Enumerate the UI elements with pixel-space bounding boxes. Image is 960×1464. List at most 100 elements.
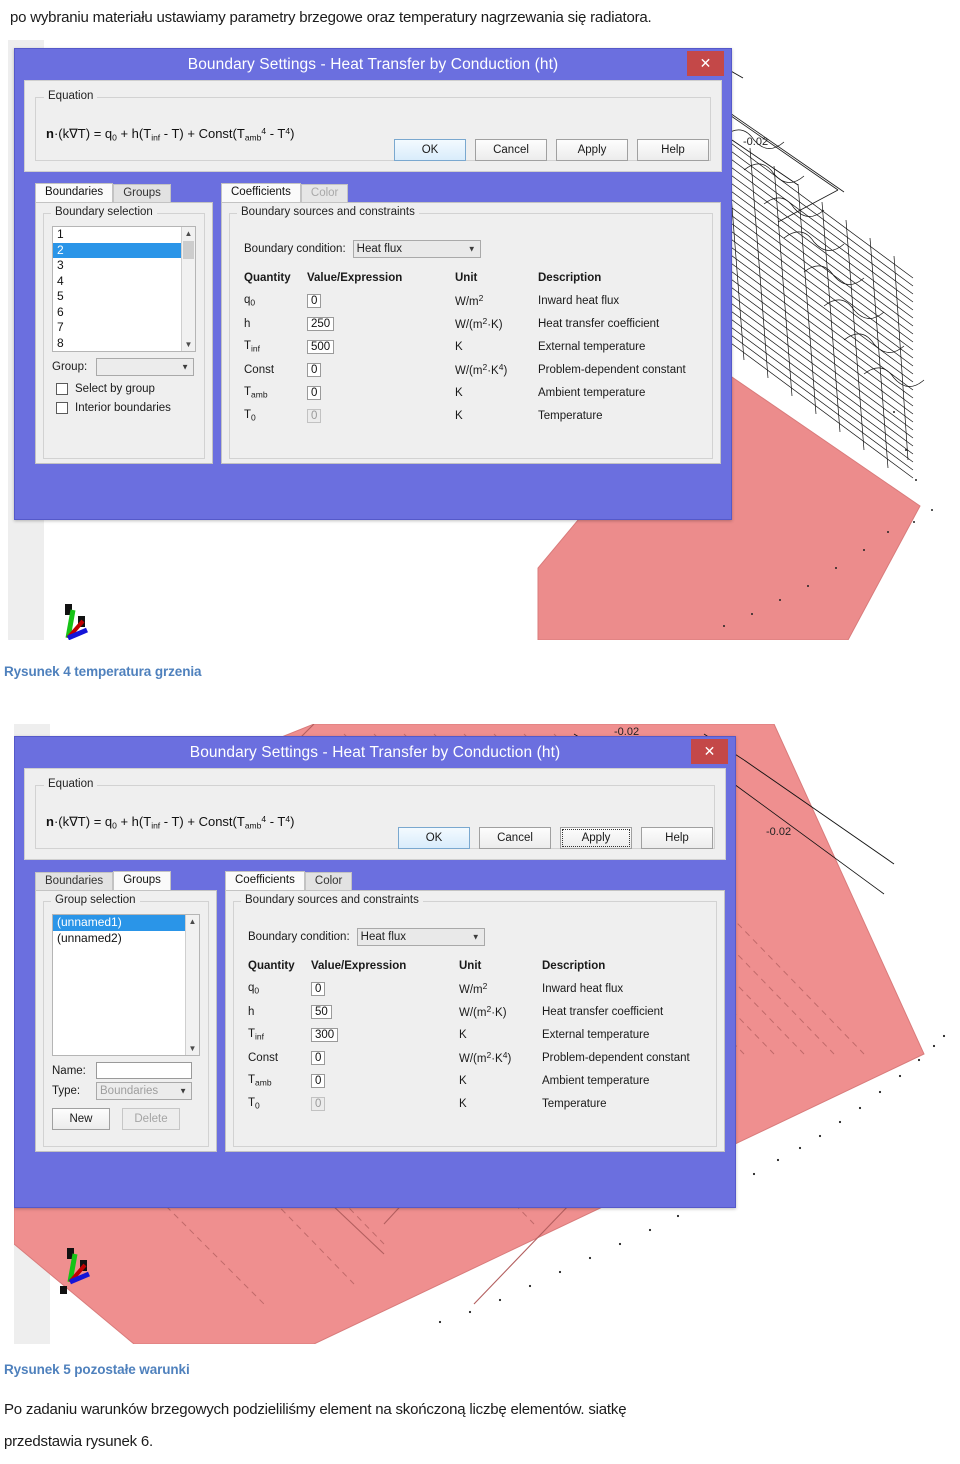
chevron-up-icon[interactable]: ▲ — [186, 915, 199, 928]
dialog-titlebar[interactable]: Boundary Settings - Heat Transfer by Con… — [15, 737, 735, 768]
left-tabs-1: Boundaries Groups — [35, 182, 213, 202]
list-item[interactable]: 1 — [53, 227, 195, 243]
scrollbar-thumb[interactable] — [183, 241, 194, 259]
chevron-down-icon: ▼ — [181, 362, 189, 372]
group-combo[interactable]: ▼ — [96, 358, 194, 376]
boundary-selection-group: Boundary selection 1 2 3 4 5 6 7 8 ▲ ▼ G… — [43, 206, 205, 459]
header-description: Description — [542, 959, 606, 972]
equation-text: n·(k∇T) = q0 + h(Tinf - T) + Const(Tamb4… — [46, 814, 295, 831]
list-scrollbar[interactable]: ▲ ▼ — [181, 227, 195, 351]
chevron-up-icon[interactable]: ▲ — [182, 227, 195, 240]
tinf-input[interactable]: 500 — [307, 339, 335, 354]
list-item[interactable]: (unnamed1) — [53, 915, 199, 931]
groups-panel: Group selection (unnamed1) (unnamed2) ▲ … — [35, 890, 217, 1152]
tamb-input[interactable]: 0 — [311, 1073, 326, 1088]
tab-color[interactable]: Color — [304, 872, 353, 890]
list-item[interactable]: (unnamed2) — [53, 931, 199, 947]
dialog-button-row-2: OK Cancel Apply Help — [398, 827, 713, 849]
boundary-condition-combo[interactable]: Heat flux ▼ — [352, 240, 481, 258]
help-button[interactable]: Help — [641, 827, 713, 849]
boundary-condition-combo[interactable]: Heat flux ▼ — [356, 928, 485, 946]
unit-label: K — [455, 340, 463, 353]
description-label: Heat transfer coefficient — [542, 1005, 664, 1018]
delete-group-button: Delete — [122, 1108, 180, 1130]
const-input[interactable]: 0 — [307, 362, 322, 377]
table-row: Tinf 500 K External temperature — [244, 335, 696, 358]
quantity-label: Tinf — [248, 1027, 265, 1042]
dialog-titlebar[interactable]: Boundary Settings - Heat Transfer by Con… — [15, 49, 731, 80]
tab-boundaries[interactable]: Boundaries — [35, 872, 114, 890]
table-row: q0 0 W/m2 Inward heat flux — [244, 289, 696, 312]
outro-paragraph-line-2: przedstawia rysunek 6. — [4, 1433, 154, 1450]
coefficients-panel: Boundary sources and constraints Boundar… — [225, 890, 725, 1152]
group-selection-legend: Group selection — [51, 894, 140, 906]
apply-button[interactable]: Apply — [556, 139, 628, 161]
tab-coefficients[interactable]: Coefficients — [221, 183, 301, 202]
list-scrollbar[interactable]: ▲ ▼ — [185, 915, 199, 1055]
unit-label: K — [455, 386, 463, 399]
boundary-selection-legend: Boundary selection — [51, 206, 157, 218]
list-item[interactable]: 5 — [53, 289, 195, 305]
tab-boundaries[interactable]: Boundaries — [35, 183, 114, 202]
h-input[interactable]: 250 — [307, 316, 335, 331]
apply-button[interactable]: Apply — [560, 827, 632, 849]
dialog-button-row-1: OK Cancel Apply Help — [394, 139, 709, 161]
interior-boundaries-checkbox[interactable]: Interior boundaries — [56, 402, 196, 414]
cancel-button[interactable]: Cancel — [479, 827, 551, 849]
boundary-selection-list[interactable]: 1 2 3 4 5 6 7 8 ▲ ▼ — [52, 226, 196, 352]
chevron-down-icon[interactable]: ▼ — [186, 1042, 199, 1055]
unit-label: W/(m2·K4) — [455, 362, 508, 377]
tinf-input[interactable]: 300 — [311, 1027, 339, 1042]
chevron-down-icon[interactable]: ▼ — [182, 338, 195, 351]
table-row: h 250 W/(m2·K) Heat transfer coefficient — [244, 312, 696, 335]
boundary-sources-group: Boundary sources and constraints Boundar… — [229, 206, 713, 459]
quantity-label: h — [248, 1005, 255, 1018]
close-icon[interactable]: ✕ — [687, 51, 724, 76]
boundary-settings-dialog-1[interactable]: Boundary Settings - Heat Transfer by Con… — [14, 48, 732, 520]
left-tabs-2: Boundaries Groups — [35, 870, 217, 890]
coefficients-table: Quantity Value/Expression Unit Descripti… — [248, 954, 700, 1115]
list-item[interactable]: 3 — [53, 258, 195, 274]
quantity-label: T0 — [248, 1096, 260, 1111]
coefficients-panel: Boundary sources and constraints Boundar… — [221, 202, 721, 464]
quantity-label: Tamb — [244, 385, 268, 400]
coefficients-table: Quantity Value/Expression Unit Descripti… — [244, 266, 696, 427]
table-row: Const 0 W/(m2·K4) Problem-dependent cons… — [248, 1046, 700, 1069]
description-label: External temperature — [542, 1028, 650, 1041]
cancel-button[interactable]: Cancel — [475, 139, 547, 161]
t0-input: 0 — [307, 408, 322, 423]
const-input[interactable]: 0 — [311, 1050, 326, 1065]
description-label: Ambient temperature — [542, 1074, 650, 1087]
boundary-condition-row: Boundary condition: Heat flux ▼ — [248, 928, 485, 946]
boundary-settings-dialog-2[interactable]: Boundary Settings - Heat Transfer by Con… — [14, 736, 736, 1208]
ok-button[interactable]: OK — [398, 827, 470, 849]
list-item[interactable]: 7 — [53, 320, 195, 336]
q0-input[interactable]: 0 — [307, 293, 322, 308]
close-icon[interactable]: ✕ — [691, 739, 728, 764]
tab-color[interactable]: Color — [300, 184, 349, 202]
group-selection-group: Group selection (unnamed1) (unnamed2) ▲ … — [43, 894, 209, 1147]
new-group-button[interactable]: New — [52, 1108, 110, 1130]
tab-coefficients[interactable]: Coefficients — [225, 871, 305, 890]
list-item[interactable]: 4 — [53, 274, 195, 290]
table-row: Tamb 0 K Ambient temperature — [244, 381, 696, 404]
header-quantity: Quantity — [244, 271, 291, 284]
help-button[interactable]: Help — [637, 139, 709, 161]
list-item[interactable]: 2 — [53, 242, 195, 258]
header-description: Description — [538, 271, 602, 284]
group-type-combo[interactable]: Boundaries ▼ — [96, 1082, 192, 1100]
list-item[interactable]: 8 — [53, 336, 195, 352]
tab-groups[interactable]: Groups — [113, 184, 171, 202]
q0-input[interactable]: 0 — [311, 981, 326, 996]
group-name-input[interactable] — [96, 1062, 192, 1079]
tab-groups[interactable]: Groups — [113, 871, 171, 890]
unit-label: W/(m2·K4) — [459, 1050, 512, 1065]
list-item[interactable]: 6 — [53, 305, 195, 321]
tamb-input[interactable]: 0 — [307, 385, 322, 400]
h-input[interactable]: 50 — [311, 1004, 332, 1019]
quantity-label: h — [244, 317, 251, 330]
group-selection-list[interactable]: (unnamed1) (unnamed2) ▲ ▼ — [52, 914, 200, 1056]
select-by-group-checkbox[interactable]: Select by group — [56, 383, 196, 395]
unit-label: K — [459, 1074, 467, 1087]
ok-button[interactable]: OK — [394, 139, 466, 161]
